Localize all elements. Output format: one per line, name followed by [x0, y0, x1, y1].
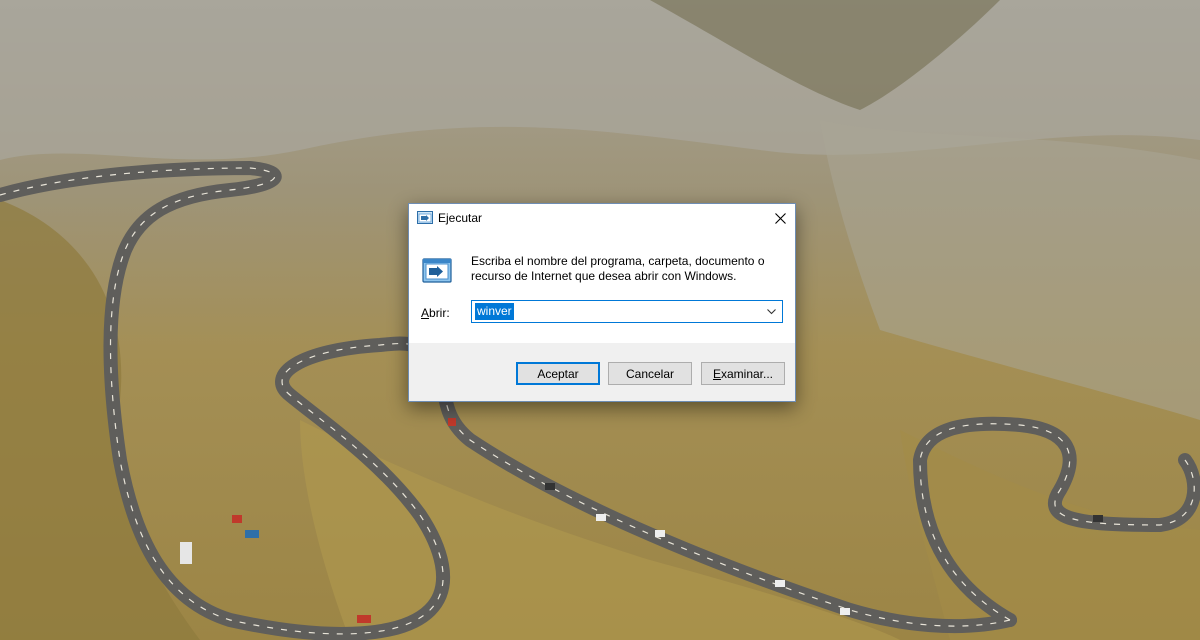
run-icon: [417, 211, 433, 224]
ok-button[interactable]: Aceptar: [516, 362, 600, 385]
desktop: Ejecutar Escriba el nombre del programa,…: [0, 0, 1200, 640]
dialog-titlebar[interactable]: Ejecutar: [409, 204, 795, 233]
dropdown-button[interactable]: [763, 303, 780, 320]
dialog-description: Escriba el nombre del programa, carpeta,…: [471, 254, 765, 283]
dialog-footer: Aceptar Cancelar Examinar...: [409, 343, 795, 401]
close-icon: [774, 212, 786, 224]
browse-button-label: xaminar...: [720, 366, 774, 381]
close-button[interactable]: [765, 204, 795, 232]
open-label-mnemonic: A: [421, 306, 430, 320]
open-combobox[interactable]: winver: [471, 300, 783, 323]
run-icon: [422, 258, 452, 284]
chevron-down-icon: [767, 308, 776, 314]
cancel-button[interactable]: Cancelar: [608, 362, 692, 385]
browse-button-mnemonic: E: [712, 366, 721, 381]
run-dialog: Ejecutar Escriba el nombre del programa,…: [408, 203, 796, 402]
open-label: Abrir:: [421, 306, 450, 320]
browse-button[interactable]: Examinar...: [701, 362, 785, 385]
dialog-body: Escriba el nombre del programa, carpeta,…: [409, 233, 795, 343]
dialog-title: Ejecutar: [438, 211, 483, 225]
open-label-text: brir:: [429, 306, 450, 320]
open-input[interactable]: [474, 303, 763, 320]
